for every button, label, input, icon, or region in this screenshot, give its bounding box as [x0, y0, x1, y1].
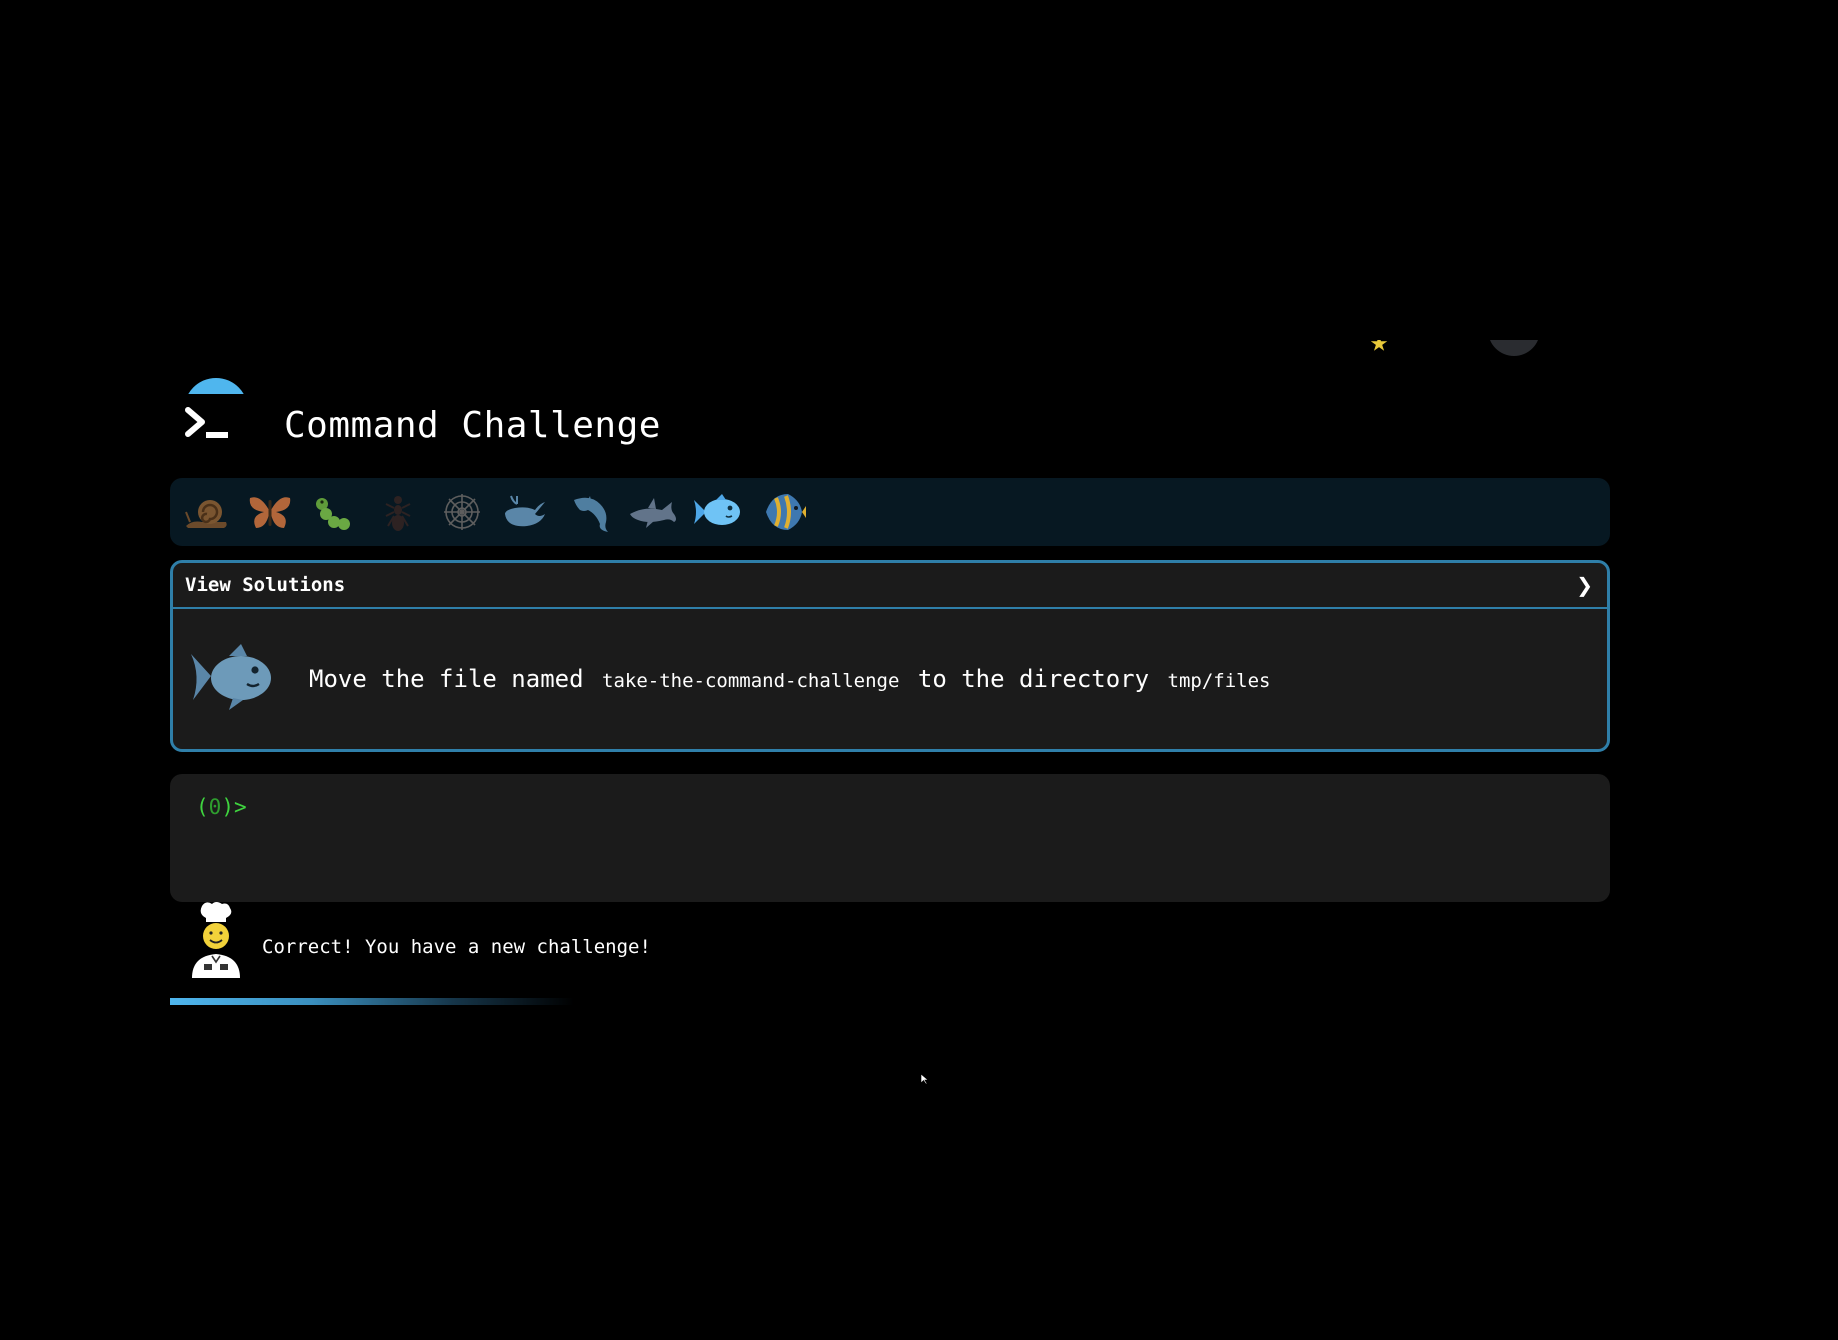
feedback: Correct! You have a new challenge! [190, 902, 651, 982]
spider-web-icon[interactable] [436, 486, 488, 538]
prompt-open: ( [196, 795, 209, 819]
challenge-text-part: to the directory [917, 665, 1150, 693]
fish-icon[interactable] [692, 486, 744, 538]
chevron-right-icon: ❯ [1576, 573, 1593, 597]
view-solutions-label: View Solutions [185, 574, 346, 596]
page-title: Command Challenge [284, 404, 661, 446]
challenge-text-part: Move the file named [309, 665, 584, 693]
chef-icon [190, 902, 242, 982]
view-solutions-toggle[interactable]: View Solutions ❯ [173, 563, 1607, 609]
ant-icon[interactable] [372, 486, 424, 538]
command-input[interactable] [254, 794, 1559, 820]
feedback-message: Correct! You have a new challenge! [262, 936, 651, 958]
whale-icon[interactable] [500, 486, 552, 538]
moon-icon [1488, 340, 1540, 356]
challenge-card: View Solutions ❯ Move the file named tak… [170, 560, 1610, 752]
snail-icon[interactable] [180, 486, 232, 538]
directory-code: tmp/files [1167, 670, 1271, 692]
shark-icon[interactable] [628, 486, 680, 538]
star-icon: ★ [1370, 340, 1389, 359]
prompt-count: 0 [208, 795, 222, 819]
dolphin-icon[interactable] [564, 486, 616, 538]
terminal-logo-icon[interactable] [170, 378, 252, 458]
fish-icon [189, 642, 279, 716]
progress-bar [170, 998, 1030, 1005]
mouse-cursor-icon [920, 1070, 930, 1089]
challenge-body: Move the file named take-the-command-cha… [173, 609, 1607, 749]
level-bar [170, 478, 1610, 546]
tropical-fish-icon[interactable] [756, 486, 808, 538]
header: Command Challenge [170, 378, 661, 458]
page: ★ Command Challenge View Solutions ❯ Mov… [0, 0, 1838, 1340]
terminal-prompt: (0)> [196, 794, 1584, 820]
file-name-code: take-the-command-challenge [602, 670, 900, 692]
progress-fill [170, 998, 575, 1005]
challenge-text: Move the file named take-the-command-cha… [309, 665, 1274, 693]
terminal[interactable]: (0)> [170, 774, 1610, 902]
caterpillar-icon[interactable] [308, 486, 360, 538]
butterfly-icon[interactable] [244, 486, 296, 538]
prompt-close: )> [221, 795, 247, 819]
